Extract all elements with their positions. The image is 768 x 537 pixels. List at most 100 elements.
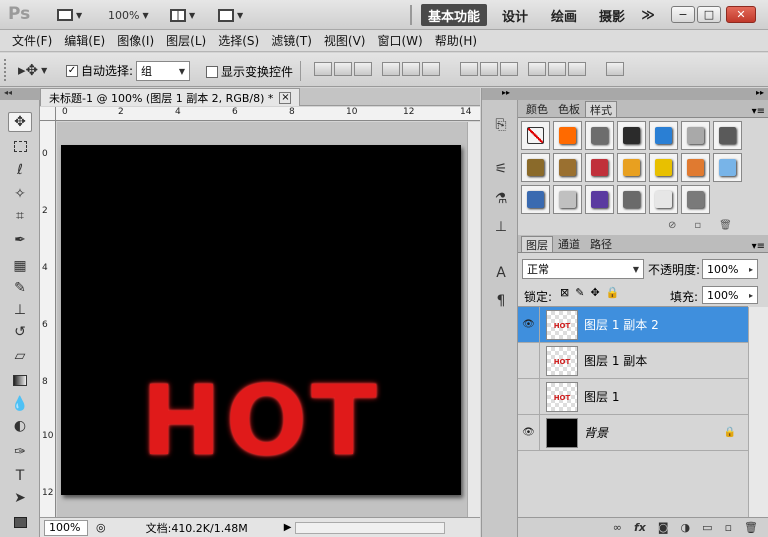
- layer-row[interactable]: HOT 图层 1: [518, 378, 748, 415]
- type-tool[interactable]: T: [8, 466, 32, 486]
- document-canvas[interactable]: HOT: [61, 145, 461, 495]
- more-workspaces-button[interactable]: ≫: [636, 4, 660, 26]
- blend-mode-dropdown[interactable]: 正常 ▼: [522, 259, 644, 279]
- style-swatch[interactable]: [585, 185, 614, 214]
- layers-scrollbar[interactable]: [748, 307, 768, 517]
- style-swatch[interactable]: [585, 153, 614, 182]
- restore-button[interactable]: □: [697, 6, 721, 23]
- move-tool[interactable]: ✥: [8, 112, 32, 132]
- lock-position-icon[interactable]: ✥: [590, 286, 599, 299]
- workspace-painting-button[interactable]: 绘画: [546, 4, 582, 26]
- layer-style-button[interactable]: fx: [634, 521, 646, 534]
- eye-icon[interactable]: 👁: [518, 306, 540, 343]
- zoom-field[interactable]: 100%: [44, 519, 88, 536]
- distribute-bottom-icon[interactable]: [500, 62, 518, 76]
- style-swatch[interactable]: [649, 153, 678, 182]
- clone-source-icon[interactable]: ⊥: [490, 216, 512, 238]
- distribute-top-icon[interactable]: [460, 62, 478, 76]
- style-swatch[interactable]: [681, 185, 710, 214]
- lock-image-icon[interactable]: ✎: [575, 286, 584, 299]
- lasso-tool[interactable]: ℓ: [8, 160, 32, 180]
- style-swatch[interactable]: [681, 153, 710, 182]
- auto-align-icon[interactable]: [606, 62, 624, 76]
- align-left-icon[interactable]: [382, 62, 400, 76]
- panel-menu-icon[interactable]: ▾≡: [752, 241, 768, 252]
- style-swatch[interactable]: [649, 185, 678, 214]
- menu-image[interactable]: 图像(I): [111, 32, 160, 49]
- link-layers-icon[interactable]: ∞: [613, 521, 622, 534]
- menu-help[interactable]: 帮助(H): [429, 32, 483, 49]
- vertical-ruler[interactable]: 0 2 4 6 8 10 12: [40, 121, 56, 517]
- ruler-origin[interactable]: [40, 107, 56, 121]
- auto-select-dropdown[interactable]: 组 ▼: [136, 61, 190, 81]
- gradient-tool[interactable]: [8, 370, 32, 390]
- menu-filter[interactable]: 滤镜(T): [265, 32, 318, 49]
- lock-transparent-icon[interactable]: ⊠: [560, 286, 569, 299]
- menu-edit[interactable]: 编辑(E): [58, 32, 111, 49]
- align-top-icon[interactable]: [314, 62, 332, 76]
- tab-swatches[interactable]: 色板: [553, 101, 585, 117]
- paragraph-panel-icon[interactable]: ¶: [490, 290, 512, 312]
- history-brush-tool[interactable]: ↺: [8, 322, 32, 342]
- screen-mode-button[interactable]: ▼: [57, 5, 82, 25]
- brush-panel-icon[interactable]: ⚗: [490, 188, 512, 210]
- layer-row[interactable]: 👁 HOT 图层 1 副本 2: [518, 306, 748, 343]
- distribute-hcenter-icon[interactable]: [548, 62, 566, 76]
- dodge-tool[interactable]: ◐: [8, 416, 32, 436]
- clear-style-icon[interactable]: ⊘: [668, 220, 676, 231]
- path-selection-tool[interactable]: ➤: [8, 488, 32, 508]
- blur-tool[interactable]: 💧: [8, 394, 32, 414]
- new-style-icon[interactable]: ▫: [694, 220, 701, 231]
- new-layer-icon[interactable]: ▫: [725, 521, 732, 534]
- workspace-design-button[interactable]: 设计: [497, 4, 533, 26]
- status-menu-arrow-icon[interactable]: ▶: [284, 522, 292, 533]
- crop-tool[interactable]: ⌗: [8, 206, 32, 226]
- style-swatch[interactable]: [521, 185, 550, 214]
- clone-stamp-tool[interactable]: ⊥: [8, 300, 32, 320]
- auto-select-checkbox[interactable]: ✓: [66, 64, 78, 77]
- style-swatch[interactable]: [617, 153, 646, 182]
- tab-paths[interactable]: 路径: [585, 236, 617, 252]
- style-swatch[interactable]: [585, 121, 614, 150]
- pen-tool[interactable]: ✑: [8, 442, 32, 462]
- layer-row[interactable]: HOT 图层 1 副本: [518, 342, 748, 379]
- new-group-icon[interactable]: ▭: [702, 521, 712, 534]
- distribute-vcenter-icon[interactable]: [480, 62, 498, 76]
- brush-tool[interactable]: ✎: [8, 278, 32, 298]
- fill-field[interactable]: 100% ▸: [702, 286, 758, 304]
- adjustment-layer-icon[interactable]: ◑: [681, 521, 691, 534]
- eye-icon[interactable]: 👁: [518, 414, 540, 451]
- style-swatch[interactable]: [649, 121, 678, 150]
- delete-icon[interactable]: 🗑: [719, 220, 732, 231]
- horizontal-ruler[interactable]: 0 2 4 6 8 10 12 14: [56, 107, 480, 121]
- info-icon[interactable]: ◎: [96, 521, 106, 534]
- align-right-icon[interactable]: [422, 62, 440, 76]
- menu-file[interactable]: 文件(F): [6, 32, 58, 49]
- style-swatch[interactable]: [713, 153, 742, 182]
- expand-icon[interactable]: ▸▸: [482, 88, 519, 100]
- visibility-toggle[interactable]: [518, 378, 540, 415]
- align-hcenter-icon[interactable]: [402, 62, 420, 76]
- style-swatch[interactable]: [617, 121, 646, 150]
- style-swatch[interactable]: [553, 121, 582, 150]
- arrange-documents-button[interactable]: ▼: [170, 5, 195, 25]
- document-tab[interactable]: 未标题-1 @ 100% (图层 1 副本 2, RGB/8) * ×: [40, 88, 300, 106]
- horizontal-scrollbar[interactable]: [295, 521, 446, 534]
- workspace-photography-button[interactable]: 摄影: [594, 4, 630, 26]
- menu-view[interactable]: 视图(V): [318, 32, 372, 49]
- eyedropper-tool[interactable]: ✒: [8, 230, 32, 250]
- menu-layer[interactable]: 图层(L): [160, 32, 212, 49]
- tab-styles[interactable]: 样式: [585, 101, 617, 117]
- style-swatch[interactable]: [713, 121, 742, 150]
- style-swatch[interactable]: [521, 153, 550, 182]
- healing-brush-tool[interactable]: ▦: [8, 256, 32, 276]
- quick-select-tool[interactable]: ✧: [8, 184, 32, 204]
- lock-all-icon[interactable]: 🔒: [606, 286, 620, 299]
- minimize-button[interactable]: −: [671, 6, 695, 23]
- marquee-tool[interactable]: [8, 136, 32, 156]
- tab-color[interactable]: 颜色: [521, 101, 553, 117]
- screen-mode-dropdown[interactable]: ▼: [218, 5, 243, 25]
- menu-select[interactable]: 选择(S): [212, 32, 265, 49]
- menu-window[interactable]: 窗口(W): [371, 32, 428, 49]
- workspace-basic-button[interactable]: 基本功能: [421, 4, 487, 26]
